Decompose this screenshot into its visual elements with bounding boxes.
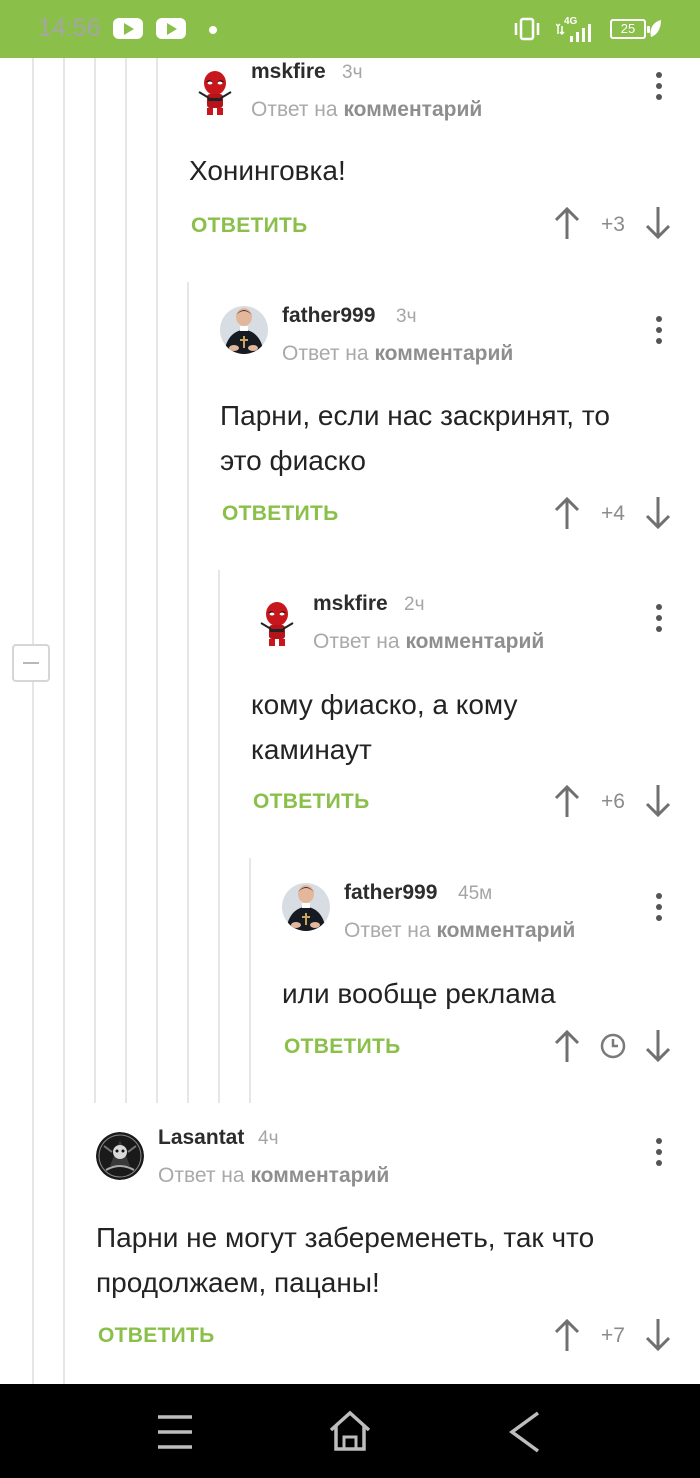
reply-button[interactable]: ОТВЕТИТЬ [98,1324,215,1348]
comment-time: 2ч [404,594,425,615]
network-type: 4G [564,16,578,27]
comment-rating: +4 [601,502,625,525]
comment-rating: +6 [601,790,625,813]
system-nav-bar [0,1384,700,1478]
clock-icon [600,1033,626,1059]
thread-line [32,58,34,644]
more-options-icon[interactable] [654,72,664,104]
thread-line [187,282,189,1103]
comment-text: Парни, если нас заскринят, то это фиаско [220,400,610,476]
downvote-icon[interactable] [644,784,672,818]
downvote-icon[interactable] [644,1318,672,1352]
deadpool-avatar [260,602,294,646]
menu-icon[interactable] [156,1414,194,1450]
upvote-icon[interactable] [553,1029,581,1063]
downvote-icon[interactable] [644,206,672,240]
back-icon[interactable] [506,1410,542,1454]
comment-author[interactable]: mskfire [313,592,388,616]
comment-time: 3ч [396,306,417,327]
upvote-icon[interactable] [553,206,581,240]
comment-author[interactable]: father999 [282,304,375,328]
thread-line [63,58,65,1384]
reply-to-label[interactable]: Ответ на комментарий [251,98,482,122]
more-options-icon[interactable] [654,893,664,925]
reply-button[interactable]: ОТВЕТИТЬ [253,790,370,814]
comment-rating: +3 [601,213,625,236]
thread-line [94,58,96,1103]
comment-time: 45м [458,883,493,904]
home-icon[interactable] [328,1410,372,1452]
status-time: 14:56 [38,14,101,42]
comment-author[interactable]: father999 [344,881,437,905]
comment-text: или вообще реклама [282,978,556,1009]
signal-icon: 4G [556,16,591,42]
youtube-icon [156,18,186,39]
reply-to-label[interactable]: Ответ на комментарий [282,342,513,366]
thread-line [125,58,127,1103]
upvote-icon[interactable] [553,1318,581,1352]
comment-author[interactable]: Lasantat [158,1126,244,1150]
thread-line [32,682,34,1384]
notification-dot-icon [209,26,217,34]
collapse-thread-button[interactable] [12,644,50,682]
comment-time: 4ч [258,1128,279,1149]
reply-to-label[interactable]: Ответ на комментарий [344,919,575,943]
reply-button[interactable]: ОТВЕТИТЬ [284,1035,401,1059]
deadpool-avatar [198,71,232,115]
more-options-icon[interactable] [654,316,664,348]
status-bar: 14:56 4G 25 [0,0,700,58]
priest-avatar [220,306,268,354]
battery-icon: 25 [610,19,650,39]
dark-round-avatar [96,1132,144,1180]
comment-text: Парни не могут забеременеть, так что прод… [96,1222,595,1298]
youtube-icon [113,18,143,39]
comment-text: кому фиаско, а кому каминаут [251,689,518,765]
upvote-icon[interactable] [553,784,581,818]
comment-time: 3ч [342,62,363,83]
upvote-icon[interactable] [553,496,581,530]
reply-button[interactable]: ОТВЕТИТЬ [191,214,308,238]
thread-line [218,570,220,1103]
reply-to-label[interactable]: Ответ на комментарий [313,630,544,654]
reply-to-label[interactable]: Ответ на комментарий [158,1164,389,1188]
leaf-icon [650,20,661,37]
comment-text: Хонинговка! [189,155,346,186]
downvote-icon[interactable] [644,496,672,530]
vibrate-icon [514,17,540,41]
priest-avatar [282,883,330,931]
more-options-icon[interactable] [654,604,664,636]
thread-line [249,858,251,1103]
comment-author[interactable]: mskfire [251,60,326,84]
thread-line [156,58,158,1103]
more-options-icon[interactable] [654,1138,664,1170]
downvote-icon[interactable] [644,1029,672,1063]
comment-rating: +7 [601,1324,625,1347]
reply-button[interactable]: ОТВЕТИТЬ [222,502,339,526]
